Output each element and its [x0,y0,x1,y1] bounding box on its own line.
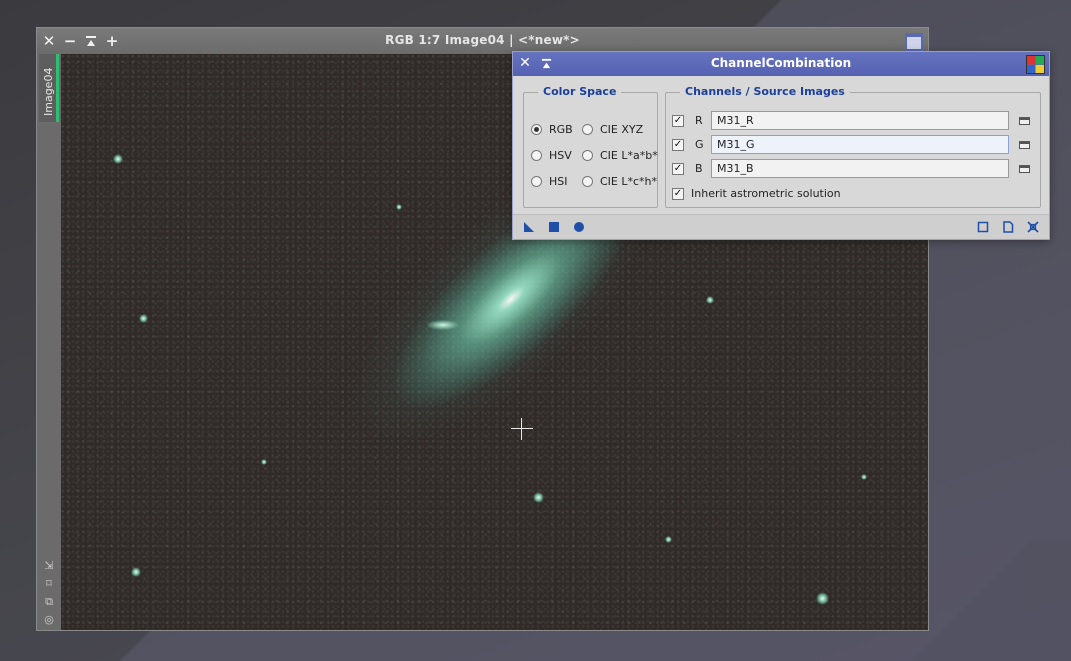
documentation-icon[interactable] [1002,221,1014,233]
radio-cie-lab-label: CIE L*a*b* [600,149,658,162]
apply-icon[interactable] [548,221,560,233]
channel-r-input[interactable] [711,111,1009,130]
dialog-bottom-toolbar [513,214,1049,239]
channel-r-select-icon[interactable] [1019,117,1030,125]
radio-cie-lab[interactable] [582,150,593,161]
radio-cie-xyz-label: CIE XYZ [600,123,644,136]
channel-b-letter: B [695,162,703,175]
radio-cie-lch-label: CIE L*c*h* [600,175,658,188]
process-icon[interactable] [1026,55,1045,74]
star [706,296,714,304]
channels-title: Channels / Source Images [680,85,850,98]
channel-g-input[interactable] [711,135,1009,154]
iconize-icon[interactable] [905,33,923,51]
new-instance-icon[interactable] [523,221,535,233]
inherit-astrometric-label: Inherit astrometric solution [691,187,841,200]
apply-global-icon[interactable] [573,221,585,233]
image-tab[interactable]: Image04 [39,54,59,122]
radio-hsv-label: HSV [549,149,572,162]
satellite-galaxy [427,320,459,330]
dialog-title: ChannelCombination [710,56,852,70]
radio-rgb-label: RGB [549,123,573,136]
radio-hsi[interactable] [531,176,542,187]
channel-b-input[interactable] [711,159,1009,178]
cursor-crosshair [511,418,533,440]
channel-combination-dialog[interactable]: ✕ ChannelCombination Color Space RGB CIE… [512,51,1050,240]
radio-cie-xyz[interactable] [582,124,593,135]
radio-cie-lch[interactable] [582,176,593,187]
channel-g-letter: G [695,138,704,151]
channel-g-select-icon[interactable] [1019,141,1030,149]
radio-rgb[interactable] [531,124,542,135]
channels-group: Channels / Source Images ✓ R ✓ G ✓ B ✓ I… [665,85,1041,208]
channel-r-checkbox[interactable]: ✓ [672,115,684,127]
star [396,204,402,210]
star [533,492,544,503]
preview-icon[interactable] [977,221,989,233]
channel-g-checkbox[interactable]: ✓ [672,139,684,151]
inherit-astrometric-checkbox[interactable]: ✓ [672,188,684,200]
target-icon[interactable]: ◎ [43,614,55,626]
channel-b-select-icon[interactable] [1019,165,1030,173]
frame-icon[interactable]: ⌑ [43,578,55,590]
color-space-group: Color Space RGB CIE XYZ HSV CIE L*a*b* H… [523,85,658,208]
star [861,474,867,480]
zoom-fit-icon[interactable]: ⇲ [43,560,55,572]
star [665,536,672,543]
radio-hsi-label: HSI [549,175,568,188]
star [139,314,148,323]
star [113,154,123,164]
reset-icon[interactable] [1027,221,1039,233]
star [816,592,829,605]
radio-hsv[interactable] [531,150,542,161]
channel-r-letter: R [695,114,703,127]
image-sidebar: Image04 ⇲ ⌑ ⧉ ◎ [37,54,61,630]
channel-b-checkbox[interactable]: ✓ [672,163,684,175]
star [131,567,141,577]
image-window-title: RGB 1:7 Image04 | <*new*> [385,33,580,47]
clone-icon[interactable]: ⧉ [43,596,55,608]
image-tab-label: Image04 [42,67,55,116]
color-space-title: Color Space [538,85,622,98]
dialog-titlebar[interactable]: ✕ ChannelCombination [513,52,1049,76]
star [261,459,267,465]
